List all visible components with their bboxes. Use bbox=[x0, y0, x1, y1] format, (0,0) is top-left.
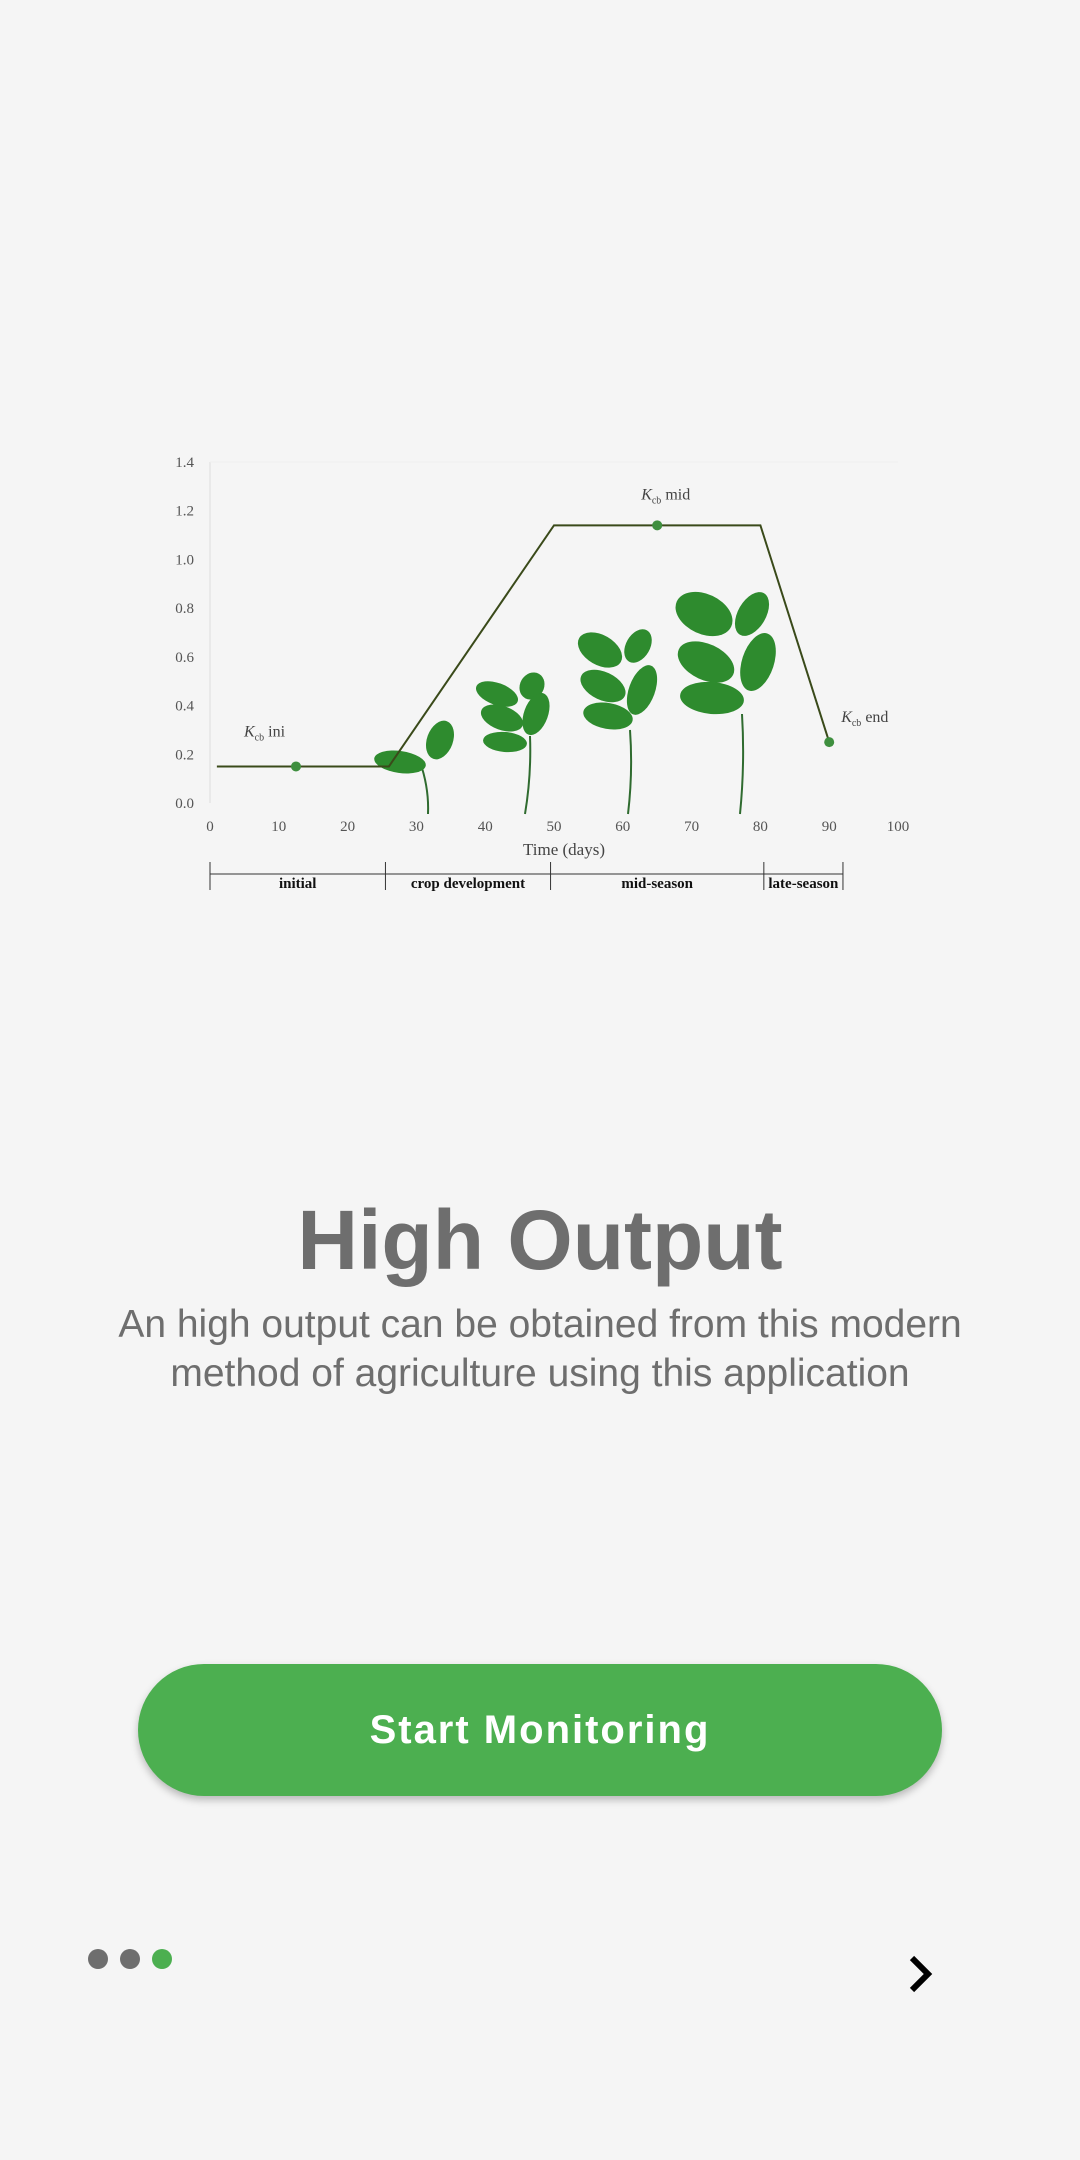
plant-leaf bbox=[740, 633, 776, 691]
stage-label: late-season bbox=[768, 876, 839, 892]
plant-leaf bbox=[624, 629, 652, 663]
x-tick-label: 60 bbox=[615, 819, 630, 835]
x-tick-label: 70 bbox=[684, 819, 699, 835]
start-monitoring-button[interactable]: Start Monitoring bbox=[138, 1664, 942, 1796]
plant-leaf bbox=[680, 681, 744, 715]
page-dot bbox=[120, 1949, 140, 1969]
y-tick-label: 1.2 bbox=[175, 504, 194, 520]
plant-leaf bbox=[580, 669, 626, 703]
y-tick-label: 1.4 bbox=[175, 455, 194, 471]
crop-coefficient-chart: 0.0 0.2 0.4 0.6 0.8 1.0 1.2 1.4 0 10 20 30 40 50 60 70 8… bbox=[150, 450, 920, 910]
plant-stem bbox=[739, 713, 745, 815]
plant-leaf bbox=[425, 720, 455, 760]
x-tick-label: 90 bbox=[822, 819, 837, 835]
chevron-right-icon[interactable] bbox=[896, 1950, 944, 1998]
kcb-point bbox=[652, 520, 663, 531]
plant-stem bbox=[627, 729, 633, 815]
kcb-point bbox=[291, 761, 301, 772]
page-indicator bbox=[88, 1949, 172, 1969]
x-tick-label: 50 bbox=[547, 819, 562, 835]
x-tick-label: 40 bbox=[478, 819, 493, 835]
page-description: An high output can be obtained from this… bbox=[118, 1303, 962, 1395]
x-tick-label: 100 bbox=[887, 819, 910, 835]
y-tick-label: 0.8 bbox=[175, 601, 194, 617]
y-tick-label: 0.0 bbox=[175, 796, 194, 812]
plant-leaf bbox=[577, 632, 623, 668]
plant-leaf bbox=[522, 692, 550, 736]
kcb-point bbox=[824, 737, 835, 748]
kcb-series-line bbox=[216, 524, 831, 768]
y-tick-label: 0.4 bbox=[175, 699, 194, 715]
y-tick-label: 1.0 bbox=[175, 552, 194, 568]
page-title: High Output bbox=[297, 1193, 783, 1287]
x-tick-label: 0 bbox=[206, 819, 214, 835]
stage-label: crop development bbox=[411, 876, 525, 892]
stage-label: mid-season bbox=[621, 876, 693, 892]
x-axis-title: Time (days) bbox=[523, 840, 605, 859]
plant-stem bbox=[524, 735, 532, 815]
x-tick-label: 10 bbox=[271, 819, 286, 835]
y-tick-label: 0.2 bbox=[175, 747, 194, 763]
plant-stem bbox=[421, 767, 430, 815]
plant-leaf bbox=[675, 591, 733, 637]
stage-label: initial bbox=[279, 876, 317, 892]
chart-svg: 0.0 0.2 0.4 0.6 0.8 1.0 1.2 1.4 0 10 20 30 40 50 60 70 8… bbox=[175, 455, 910, 892]
page-dot bbox=[88, 1949, 108, 1969]
plant-leaf bbox=[734, 592, 770, 636]
kcb-point-label: Kcb end bbox=[840, 709, 888, 729]
x-tick-label: 30 bbox=[409, 819, 424, 835]
plant-leaf bbox=[483, 731, 527, 753]
x-tick-label: 20 bbox=[340, 819, 355, 835]
x-tick-label: 80 bbox=[753, 819, 768, 835]
page-dot-active bbox=[152, 1949, 172, 1969]
y-tick-label: 0.6 bbox=[175, 650, 194, 666]
kcb-point-label: Kcb mid bbox=[640, 486, 690, 506]
kcb-point-label: Kcb ini bbox=[243, 723, 286, 743]
plant-leaf bbox=[583, 702, 633, 730]
